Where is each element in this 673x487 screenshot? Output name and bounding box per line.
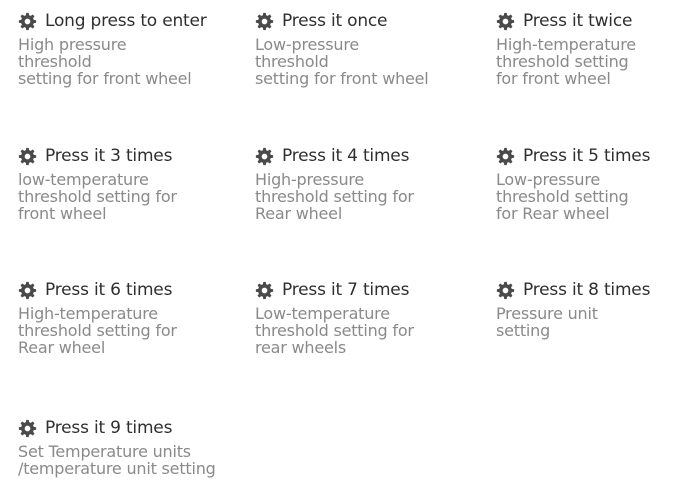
instruction-label: Long press to enter <box>45 11 207 31</box>
instruction-label: Press it 3 times <box>45 146 173 166</box>
instruction-label: Press it 6 times <box>45 280 173 300</box>
instruction-item: Long press to enter High pressure thresh… <box>18 8 258 87</box>
instruction-label: Press it twice <box>523 11 633 31</box>
button-press-instructions: Long press to enter High pressure thresh… <box>0 0 673 487</box>
instruction-label: Press it 9 times <box>45 418 173 438</box>
instruction-heading: Press it 8 times <box>496 277 673 303</box>
instruction-heading: Press it once <box>255 8 495 34</box>
instruction-label: Press it 8 times <box>523 280 651 300</box>
gear-icon <box>496 12 515 31</box>
instruction-label: Press it once <box>282 11 388 31</box>
instruction-description: Low-pressure threshold setting for front… <box>255 35 429 88</box>
instruction-label: Press it 4 times <box>282 146 410 166</box>
instruction-item: Press it twice High-temperature threshol… <box>496 8 673 87</box>
instruction-heading: Press it 3 times <box>18 143 258 169</box>
instruction-item: Press it 9 times Set Temperature units /… <box>18 415 258 477</box>
instruction-heading: Press it 9 times <box>18 415 258 441</box>
gear-icon <box>255 281 274 300</box>
instruction-heading: Press it 4 times <box>255 143 495 169</box>
gear-icon <box>18 419 37 438</box>
instruction-label: Press it 7 times <box>282 280 410 300</box>
instruction-description: Set Temperature units /temperature unit … <box>18 442 216 478</box>
instruction-item: Press it 6 times High-temperature thresh… <box>18 277 258 356</box>
instruction-heading: Press it 6 times <box>18 277 258 303</box>
instruction-heading: Press it twice <box>496 8 673 34</box>
gear-icon <box>496 147 515 166</box>
instruction-item: Press it 7 times Low-temperature thresho… <box>255 277 495 356</box>
gear-icon <box>255 12 274 31</box>
instruction-description: High-temperature threshold setting for f… <box>496 35 636 88</box>
instruction-heading: Long press to enter <box>18 8 258 34</box>
instruction-item: Press it 3 times low-temperature thresho… <box>18 143 258 222</box>
gear-icon <box>18 12 37 31</box>
gear-icon <box>255 147 274 166</box>
instruction-description: High-pressure threshold setting for Rear… <box>255 170 414 223</box>
instruction-description: low-temperature threshold setting for fr… <box>18 170 177 223</box>
instruction-item: Press it 4 times High-pressure threshold… <box>255 143 495 222</box>
instruction-item: Press it 5 times Low-pressure threshold … <box>496 143 673 222</box>
instruction-description: Low-temperature threshold setting for re… <box>255 304 414 357</box>
instruction-item: Press it 8 times Pressure unit setting <box>496 277 673 339</box>
instruction-description: Pressure unit setting <box>496 304 598 340</box>
instruction-label: Press it 5 times <box>523 146 651 166</box>
gear-icon <box>18 147 37 166</box>
gear-icon <box>18 281 37 300</box>
gear-icon <box>496 281 515 300</box>
instruction-item: Press it once Low-pressure threshold set… <box>255 8 495 87</box>
instruction-description: Low-pressure threshold setting for Rear … <box>496 170 629 223</box>
instruction-description: High pressure threshold setting for fron… <box>18 35 192 88</box>
instruction-heading: Press it 7 times <box>255 277 495 303</box>
instruction-heading: Press it 5 times <box>496 143 673 169</box>
instruction-description: High-temperature threshold setting for R… <box>18 304 177 357</box>
